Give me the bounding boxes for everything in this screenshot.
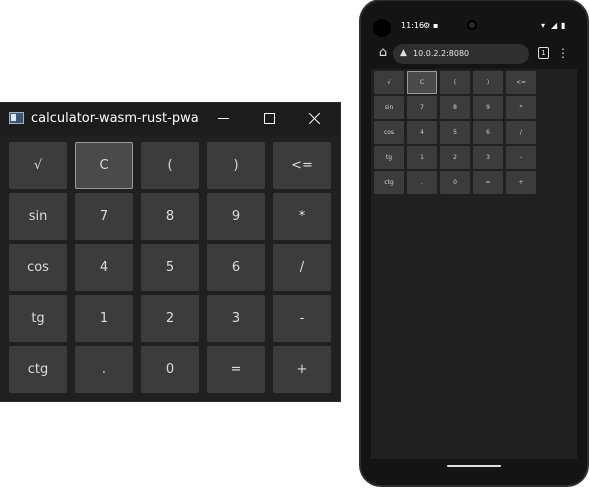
gesture-nav-bar <box>371 459 577 483</box>
app-window-icon <box>9 112 24 124</box>
desktop-keypad: √ C() <= sin 7 8 9 * cos 4 5 6/ tg 1 2 3- ctg. 0 = + <box>9 142 331 393</box>
calc-key[interactable]: ) <box>473 71 503 94</box>
minimize-icon <box>218 118 229 119</box>
gear-status-icon: ⚙ <box>423 21 431 30</box>
calc-key[interactable]: cos <box>374 121 404 144</box>
calc-key[interactable]: 1 <box>407 146 437 169</box>
browser-home-button[interactable]: ⌂ <box>375 45 391 61</box>
calc-key[interactable]: 4 <box>75 244 133 291</box>
calc-key[interactable]: 2 <box>141 295 199 342</box>
calc-key[interactable]: 0 <box>141 346 199 393</box>
calc-key[interactable]: - <box>273 295 331 342</box>
calc-key[interactable]: cos <box>9 244 67 291</box>
calc-key[interactable]: ( <box>141 142 199 189</box>
calc-key[interactable]: <= <box>506 71 536 94</box>
calc-key[interactable]: 0 <box>440 171 470 194</box>
battery-icon: ▮ <box>561 21 566 30</box>
front-camera <box>373 19 391 37</box>
calc-key[interactable]: C <box>407 71 437 94</box>
close-icon <box>309 112 321 124</box>
calc-key[interactable]: ctg <box>374 171 404 194</box>
calc-key[interactable]: 5 <box>440 121 470 144</box>
calc-key[interactable]: 3 <box>473 146 503 169</box>
gesture-handle[interactable] <box>447 465 501 467</box>
address-bar[interactable]: ▲ 10.0.2.2:8080 <box>393 44 529 64</box>
calc-key[interactable]: tg <box>374 146 404 169</box>
calc-key[interactable]: 8 <box>141 193 199 240</box>
calc-key[interactable]: * <box>506 96 536 119</box>
desktop-calculator-window: calculator-wasm-rust-pwa √ C() <= sin 7 8 9 * co… <box>0 103 340 401</box>
calc-key[interactable]: 5 <box>141 244 199 291</box>
minimize-button[interactable] <box>206 107 240 131</box>
wifi-icon: ▾ <box>541 21 546 30</box>
calc-key[interactable]: √ <box>9 142 67 189</box>
calc-key[interactable]: C <box>75 142 133 189</box>
calc-key[interactable]: 9 <box>473 96 503 119</box>
calc-key[interactable]: + <box>506 171 536 194</box>
calc-key[interactable]: tg <box>9 295 67 342</box>
calc-key[interactable]: 9 <box>207 193 265 240</box>
calc-key[interactable]: . <box>75 346 133 393</box>
calc-key[interactable]: . <box>407 171 437 194</box>
android-phone: 11:16 ⚙ ▪ ▾ ◢ ▮ ⌂ ▲ 10.0.2.2:8080 1 ⋮ √ C… <box>361 1 587 485</box>
calc-key[interactable]: / <box>273 244 331 291</box>
browser-menu-icon[interactable]: ⋮ <box>557 45 569 61</box>
calc-key[interactable]: 7 <box>407 96 437 119</box>
tab-switcher-button[interactable]: 1 <box>538 47 549 59</box>
warning-icon: ▲ <box>400 48 407 58</box>
calc-key[interactable]: 7 <box>75 193 133 240</box>
calc-key[interactable]: 3 <box>207 295 265 342</box>
calc-key[interactable]: 6 <box>473 121 503 144</box>
address-text: 10.0.2.2:8080 <box>413 49 470 58</box>
calc-key[interactable]: = <box>473 171 503 194</box>
web-viewport: √ C() <= sin 7 8 9 * cos 4 5 6/ tg 1 2 3- ctg. 0 = + <box>371 69 577 459</box>
calc-key[interactable]: sin <box>9 193 67 240</box>
calc-key[interactable]: ctg <box>9 346 67 393</box>
camera-punch-hole <box>467 20 477 30</box>
calc-key[interactable]: + <box>273 346 331 393</box>
calc-key[interactable]: - <box>506 146 536 169</box>
phone-keypad: √ C() <= sin 7 8 9 * cos 4 5 6/ tg 1 2 3- ctg. 0 = + <box>374 71 536 194</box>
status-time: 11:16 <box>401 21 425 30</box>
maximize-icon <box>264 113 275 124</box>
calc-key[interactable]: = <box>207 346 265 393</box>
calc-key[interactable]: * <box>273 193 331 240</box>
calc-key[interactable]: ) <box>207 142 265 189</box>
calc-key[interactable]: <= <box>273 142 331 189</box>
signal-icon: ◢ <box>551 21 558 30</box>
calc-key[interactable]: 6 <box>207 244 265 291</box>
window-title: calculator-wasm-rust-pwa <box>31 111 199 126</box>
window-titlebar[interactable]: calculator-wasm-rust-pwa <box>0 103 340 135</box>
storage-status-icon: ▪ <box>433 21 439 30</box>
calc-key[interactable]: √ <box>374 71 404 94</box>
calc-key[interactable]: ( <box>440 71 470 94</box>
calc-key[interactable]: 1 <box>75 295 133 342</box>
close-button[interactable] <box>298 107 332 131</box>
calc-key[interactable]: sin <box>374 96 404 119</box>
calc-key[interactable]: 2 <box>440 146 470 169</box>
maximize-button[interactable] <box>252 107 286 131</box>
calc-key[interactable]: 4 <box>407 121 437 144</box>
calc-key[interactable]: 8 <box>440 96 470 119</box>
calc-key[interactable]: / <box>506 121 536 144</box>
